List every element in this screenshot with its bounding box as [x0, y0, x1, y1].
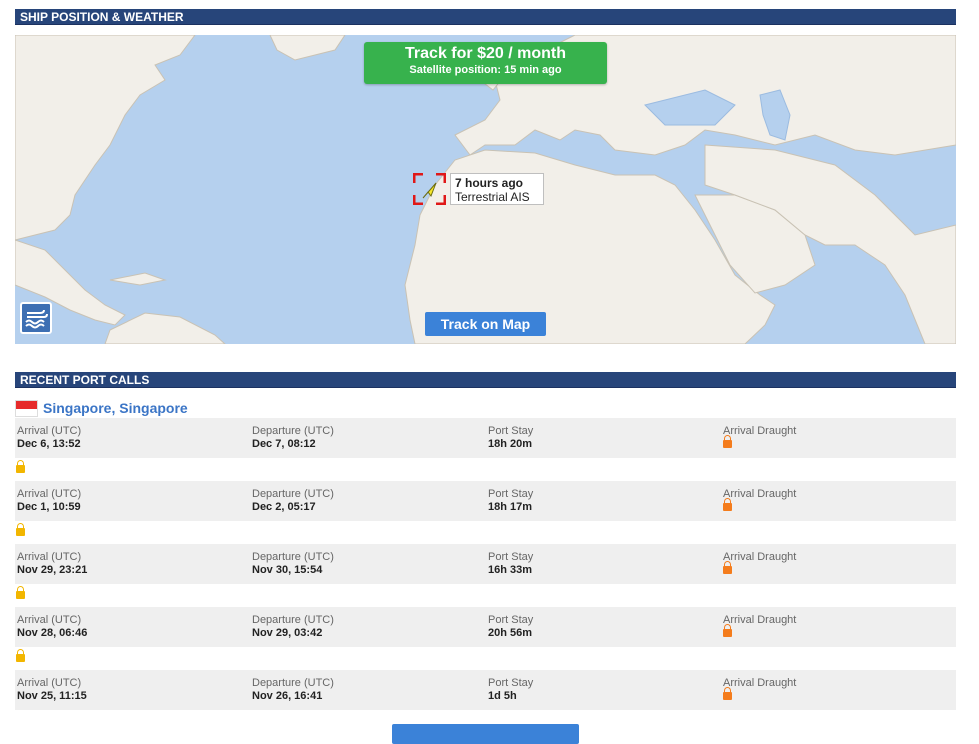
more-port-calls-button[interactable] [392, 724, 579, 744]
port-stay-cell: Port Stay 18h 20m [488, 425, 533, 450]
departure-cell: Departure (UTC) Nov 29, 03:42 [252, 614, 334, 639]
departure-cell: Departure (UTC) Nov 26, 16:41 [252, 677, 334, 702]
port-call-row: Arrival (UTC) Dec 1, 10:59 Departure (UT… [15, 481, 956, 521]
arrival-value: Dec 6, 13:52 [17, 438, 81, 450]
weather-layer-button[interactable] [20, 302, 52, 334]
port-stay-label: Port Stay [488, 551, 534, 563]
port-call-row: Arrival (UTC) Nov 28, 06:46 Departure (U… [15, 607, 956, 647]
arrival-cell: Arrival (UTC) Nov 29, 23:21 [17, 551, 87, 576]
port-name-link[interactable]: Singapore, Singapore [43, 400, 188, 416]
lock-icon[interactable] [16, 460, 25, 473]
arrival-value: Dec 1, 10:59 [17, 501, 81, 513]
port-stay-value: 1d 5h [488, 690, 517, 702]
lock-icon[interactable] [723, 624, 732, 637]
port-call-row: Arrival (UTC) Nov 29, 23:21 Departure (U… [15, 544, 956, 584]
port-stay-cell: Port Stay 16h 33m [488, 551, 533, 576]
port-stay-cell: Port Stay 1d 5h [488, 677, 533, 702]
port-stay-value: 16h 33m [488, 564, 533, 576]
port-stay-cell: Port Stay 18h 17m [488, 488, 533, 513]
port-stay-label: Port Stay [488, 614, 534, 626]
departure-value: Nov 30, 15:54 [252, 564, 323, 576]
port-stay-cell: Port Stay 20h 56m [488, 614, 533, 639]
arrival-draught-cell: Arrival Draught [723, 425, 796, 448]
lock-icon[interactable] [16, 586, 25, 599]
port-stay-value: 20h 56m [488, 627, 533, 639]
promo-title: Track for $20 / month [405, 45, 566, 62]
departure-label: Departure (UTC) [252, 677, 334, 689]
tooltip-source: Terrestrial AIS [455, 190, 530, 204]
port-stay-label: Port Stay [488, 488, 534, 500]
track-on-map-button[interactable]: Track on Map [425, 312, 546, 336]
arrival-draught-label: Arrival Draught [723, 614, 797, 626]
promo-subtitle: Satellite position: 15 min ago [409, 64, 562, 76]
track-subscription-promo[interactable]: Track for $20 / month Satellite position… [364, 42, 607, 84]
arrival-draught-label: Arrival Draught [723, 551, 797, 563]
arrival-label: Arrival (UTC) [17, 551, 82, 563]
arrival-draught-cell: Arrival Draught [723, 614, 796, 637]
tooltip-time: 7 hours ago [455, 176, 524, 190]
port-call-row: Arrival (UTC) Dec 6, 13:52 Departure (UT… [15, 418, 956, 458]
ship-map[interactable]: Track for $20 / month Satellite position… [15, 35, 956, 344]
arrival-value: Nov 28, 06:46 [17, 627, 88, 639]
departure-label: Departure (UTC) [252, 488, 334, 500]
port-stay-label: Port Stay [488, 677, 534, 689]
departure-value: Nov 29, 03:42 [252, 627, 323, 639]
arrival-draught-cell: Arrival Draught [723, 677, 796, 700]
departure-value: Dec 2, 05:17 [252, 501, 316, 513]
arrival-draught-label: Arrival Draught [723, 425, 797, 437]
port-stay-value: 18h 17m [488, 501, 533, 513]
port-stay-label: Port Stay [488, 425, 534, 437]
arrival-draught-cell: Arrival Draught [723, 551, 796, 574]
lock-icon[interactable] [723, 687, 732, 700]
arrival-label: Arrival (UTC) [17, 614, 82, 626]
arrival-value: Nov 29, 23:21 [17, 564, 88, 576]
arrival-label: Arrival (UTC) [17, 488, 82, 500]
arrival-cell: Arrival (UTC) Dec 6, 13:52 [17, 425, 81, 450]
port-title: Singapore, Singapore [15, 398, 188, 418]
lock-icon[interactable] [723, 561, 732, 574]
wind-waves-icon [25, 309, 48, 329]
lock-icon[interactable] [723, 498, 732, 511]
singapore-flag-icon [15, 399, 38, 417]
departure-value: Nov 26, 16:41 [252, 690, 323, 702]
departure-cell: Departure (UTC) Dec 2, 05:17 [252, 488, 334, 513]
arrival-cell: Arrival (UTC) Dec 1, 10:59 [17, 488, 81, 513]
port-call-row: Arrival (UTC) Nov 25, 11:15 Departure (U… [15, 670, 956, 710]
arrival-cell: Arrival (UTC) Nov 25, 11:15 [17, 677, 87, 702]
arrival-draught-label: Arrival Draught [723, 488, 797, 500]
departure-value: Dec 7, 08:12 [252, 438, 316, 450]
arrival-label: Arrival (UTC) [17, 425, 82, 437]
port-stay-value: 18h 20m [488, 438, 533, 450]
arrival-label: Arrival (UTC) [17, 677, 82, 689]
ship-position-header: SHIP POSITION & WEATHER [15, 9, 956, 25]
arrival-cell: Arrival (UTC) Nov 28, 06:46 [17, 614, 87, 639]
departure-cell: Departure (UTC) Nov 30, 15:54 [252, 551, 334, 576]
arrival-draught-label: Arrival Draught [723, 677, 797, 689]
recent-port-calls-header: RECENT PORT CALLS [15, 372, 956, 388]
departure-label: Departure (UTC) [252, 425, 334, 437]
departure-label: Departure (UTC) [252, 614, 334, 626]
lock-icon[interactable] [723, 435, 732, 448]
ship-marker-icon [413, 173, 446, 205]
departure-cell: Departure (UTC) Dec 7, 08:12 [252, 425, 334, 450]
position-tooltip: 7 hours ago Terrestrial AIS [450, 173, 544, 205]
lock-icon[interactable] [16, 649, 25, 662]
lock-icon[interactable] [16, 523, 25, 536]
departure-label: Departure (UTC) [252, 551, 334, 563]
arrival-draught-cell: Arrival Draught [723, 488, 796, 511]
arrival-value: Nov 25, 11:15 [17, 690, 87, 702]
ship-position-marker[interactable] [413, 173, 446, 205]
